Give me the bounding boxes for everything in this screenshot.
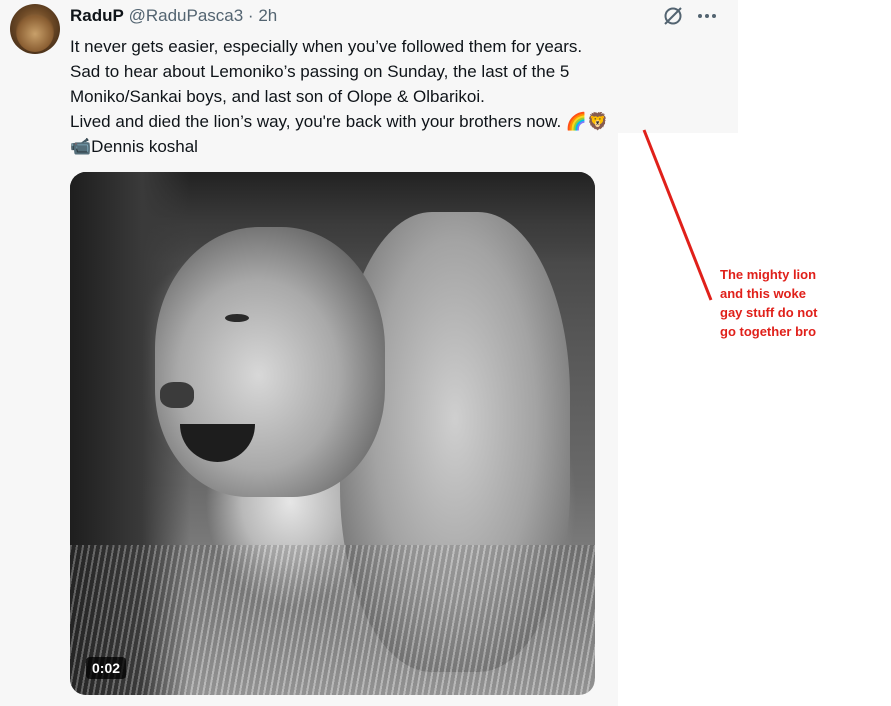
video-camera-icon: 📹 <box>70 137 92 156</box>
lion-nose <box>160 382 194 408</box>
tweet-line: Sad to hear about Lemoniko’s passing on … <box>70 62 570 81</box>
lion-eye <box>225 314 249 322</box>
video-grass <box>70 545 595 695</box>
tweet-line: Lived and died the lion’s way, you're ba… <box>70 109 630 134</box>
annotation-line: gay stuff do not <box>720 305 818 320</box>
handle[interactable]: @RaduPasca3 <box>129 6 244 25</box>
avatar[interactable] <box>10 4 60 54</box>
lion-head <box>155 227 385 497</box>
annotation-line: and this woke <box>720 286 806 301</box>
rainbow-lion-emoji: 🌈🦁 <box>565 112 609 131</box>
tweet-line: It never gets easier, especially when yo… <box>70 37 583 56</box>
header-actions <box>662 6 718 26</box>
timestamp[interactable]: 2h <box>258 6 277 25</box>
tweet-line-text: Lived and died the lion’s way, you're ba… <box>70 112 562 131</box>
separator: · <box>247 6 254 25</box>
tweet-header: RaduP @RaduPasca3 · 2h <box>70 5 277 27</box>
tweet-line: Moniko/Sankai boys, and last son of Olop… <box>70 87 485 106</box>
grok-icon[interactable] <box>662 5 684 27</box>
annotation-line: go together bro <box>720 324 817 339</box>
annotation-line: The mighty lion <box>720 267 817 282</box>
credit-text: Dennis koshal <box>91 137 198 156</box>
lion-avatar-icon <box>16 12 54 52</box>
more-icon[interactable] <box>696 5 718 27</box>
credit-line: 📹Dennis koshal <box>70 134 630 159</box>
video-player[interactable]: 0:02 <box>70 172 595 695</box>
display-name[interactable]: RaduP <box>70 6 124 25</box>
video-duration-badge: 0:02 <box>86 657 127 679</box>
annotation-text: The mighty lion and this woke gay stuff … <box>720 265 840 341</box>
tweet-text: It never gets easier, especially when yo… <box>70 34 630 159</box>
